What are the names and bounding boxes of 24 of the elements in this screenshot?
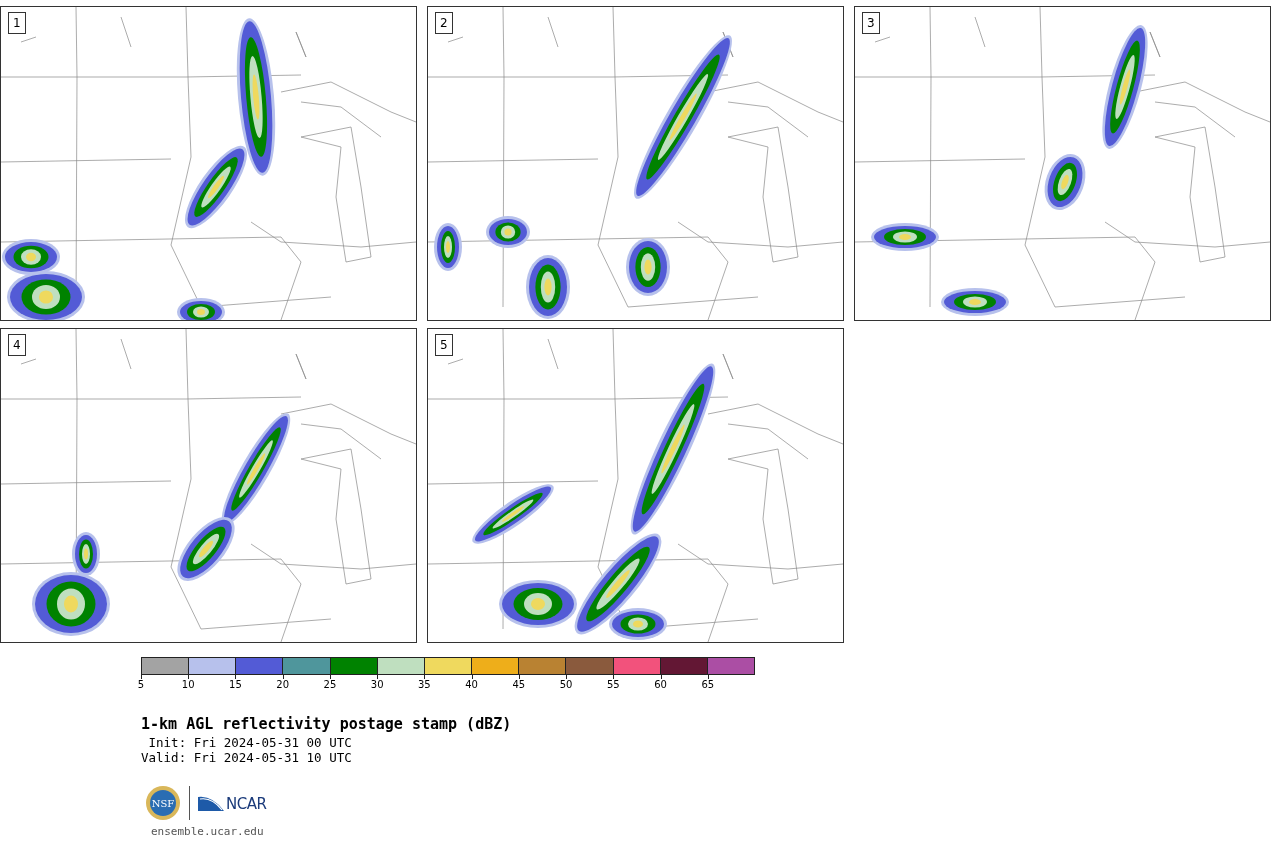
nsf-logo: NSF (145, 785, 181, 821)
tick-label: 25 (323, 679, 337, 690)
tick-label: 5 (137, 679, 145, 690)
tick-label: 40 (465, 679, 478, 690)
tick-label: 55 (606, 679, 620, 690)
chart-title: 1-km AGL reflectivity postage stamp (dBZ) (141, 715, 513, 733)
tick-label: 10 (181, 679, 195, 690)
panel-number: 3 (862, 12, 880, 34)
tick-label: 30 (370, 679, 384, 690)
valid-time: Valid: Fri 2024-05-31 10 UTC (141, 750, 353, 765)
panel-number: 5 (435, 334, 453, 356)
init-time: Init: Fri 2024-05-31 00 UTC (147, 735, 353, 750)
tick-label: 15 (229, 679, 242, 690)
tick-label: 65 (701, 679, 715, 690)
tick-label: 20 (276, 679, 290, 690)
website-link[interactable]: ensemble.ucar.edu (151, 825, 1280, 838)
tick-label: 50 (559, 679, 573, 690)
tick-label: 35 (418, 679, 431, 690)
panel-number: 1 (8, 12, 26, 34)
panel-number: 4 (8, 334, 26, 356)
ncar-logo: NCAR (198, 793, 267, 813)
tick-label: 60 (654, 679, 667, 690)
panel-number: 2 (435, 12, 453, 34)
tick-label: 45 (512, 679, 526, 690)
